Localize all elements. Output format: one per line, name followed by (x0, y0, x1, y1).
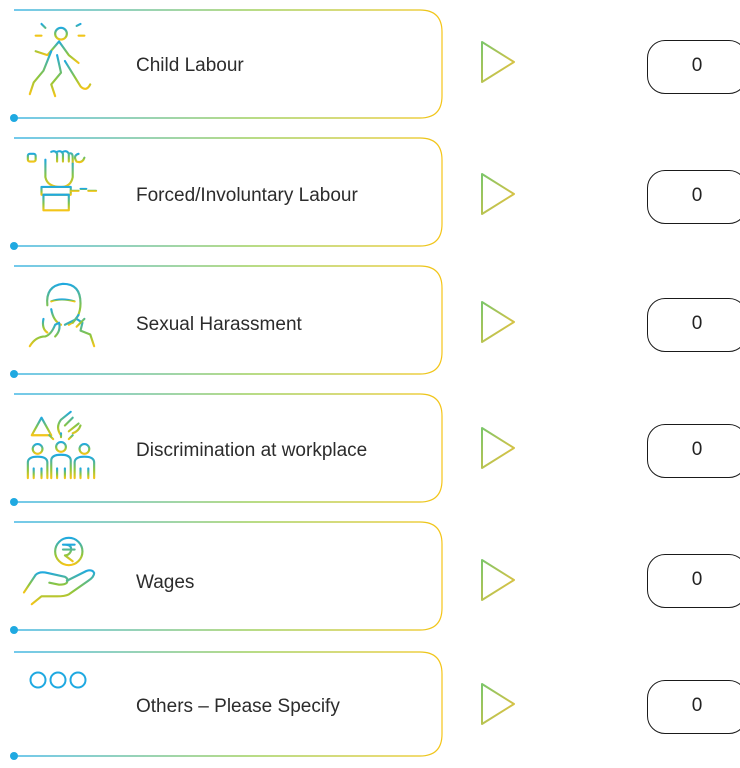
card-outline (10, 393, 443, 506)
forced-labour-icon (22, 146, 100, 224)
row-child-labour: Child Labour 0 (0, 0, 740, 128)
row-others: Others – Please Specify 0 (0, 640, 740, 768)
play-arrow-icon[interactable] (478, 556, 518, 604)
row-forced-labour: Forced/Involuntary Labour 0 (0, 128, 740, 256)
row-label: Sexual Harassment (136, 314, 302, 335)
value-box: 0 (647, 680, 740, 734)
play-arrow-icon[interactable] (478, 680, 518, 728)
card-outline (10, 521, 443, 634)
value-text: 0 (691, 439, 703, 460)
card-outline (10, 9, 443, 122)
row-discrimination: Discrimination at workplace 0 (0, 384, 740, 512)
value-text: 0 (691, 695, 703, 716)
value-box: 0 (647, 170, 740, 224)
play-arrow-icon[interactable] (478, 38, 518, 86)
play-arrow-icon[interactable] (478, 298, 518, 346)
value-box: 0 (647, 554, 740, 608)
value-box: 0 (647, 424, 740, 478)
row-sexual-harassment: Sexual Harassment 0 (0, 256, 740, 384)
play-arrow-icon[interactable] (478, 424, 518, 472)
card-outline (10, 265, 443, 378)
value-box: 0 (647, 40, 740, 94)
sexual-harassment-icon (22, 276, 100, 354)
value-text: 0 (691, 55, 703, 76)
value-text: 0 (691, 313, 703, 334)
card-outline (10, 137, 443, 250)
row-label: Wages (136, 572, 195, 593)
row-label: Discrimination at workplace (136, 440, 368, 461)
row-label: Others – Please Specify (136, 696, 340, 717)
card-outline (10, 651, 443, 760)
row-wages: Wages 0 (0, 512, 740, 640)
row-label: Forced/Involuntary Labour (136, 185, 358, 206)
play-arrow-icon[interactable] (478, 170, 518, 218)
value-text: 0 (691, 185, 703, 206)
others-icon (26, 668, 106, 692)
value-text: 0 (691, 569, 703, 590)
child-labour-icon (22, 22, 100, 100)
wages-icon (22, 532, 100, 610)
row-label: Child Labour (136, 55, 244, 76)
discrimination-icon (22, 406, 100, 484)
value-box: 0 (647, 298, 740, 352)
